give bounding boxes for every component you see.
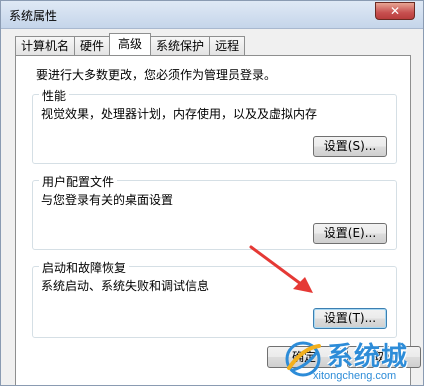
- startup-recovery-desc: 系统启动、系统失败和调试信息: [41, 279, 210, 293]
- tab-hardware[interactable]: 硬件: [74, 36, 111, 55]
- performance-desc: 视觉效果，处理器计划，内存使用，以及及虚拟内存: [41, 107, 318, 121]
- user-profiles-title: 用户配置文件: [39, 173, 118, 190]
- title-bar: 系统属性 ✕: [1, 1, 423, 29]
- watermark-url-text: xitongcheng.com: [313, 370, 397, 382]
- red-arrow-annotation: [249, 245, 313, 293]
- xitongcheng-watermark: 系统城 xitongcheng.com: [281, 336, 423, 385]
- tab-remote[interactable]: 远程: [209, 36, 246, 55]
- close-button[interactable]: ✕: [375, 2, 415, 20]
- user-profiles-desc: 与您登录有关的桌面设置: [41, 193, 174, 207]
- performance-title: 性能: [39, 87, 70, 104]
- user-profiles-group: 用户配置文件 与您登录有关的桌面设置 设置(E)...: [32, 173, 397, 250]
- tab-advanced[interactable]: 高级: [109, 33, 152, 55]
- window-title: 系统属性: [9, 9, 58, 23]
- startup-recovery-title: 启动和故障恢复: [39, 259, 130, 276]
- performance-group: 性能 视觉效果，处理器计划，内存使用，以及及虚拟内存 设置(S)...: [32, 87, 397, 164]
- system-properties-window: 系统属性 ✕ 计算机名 硬件 高级 系统保护 远程 要进行大多数更改，您必须作为…: [0, 0, 424, 386]
- tab-system-protection[interactable]: 系统保护: [150, 36, 211, 55]
- admin-note: 要进行大多数更改，您必须作为管理员登录。: [36, 68, 277, 82]
- startup-recovery-settings-button[interactable]: 设置(T)...: [313, 308, 387, 329]
- startup-recovery-group: 启动和故障恢复 系统启动、系统失败和调试信息 设置(T)...: [32, 259, 397, 338]
- tab-computer-name[interactable]: 计算机名: [15, 36, 76, 55]
- user-profiles-settings-button[interactable]: 设置(E)...: [313, 223, 387, 244]
- tab-strip: 计算机名 硬件 高级 系统保护 远程: [15, 33, 246, 55]
- performance-settings-button[interactable]: 设置(S)...: [313, 136, 387, 157]
- watermark-cn-text: 系统城: [327, 342, 409, 372]
